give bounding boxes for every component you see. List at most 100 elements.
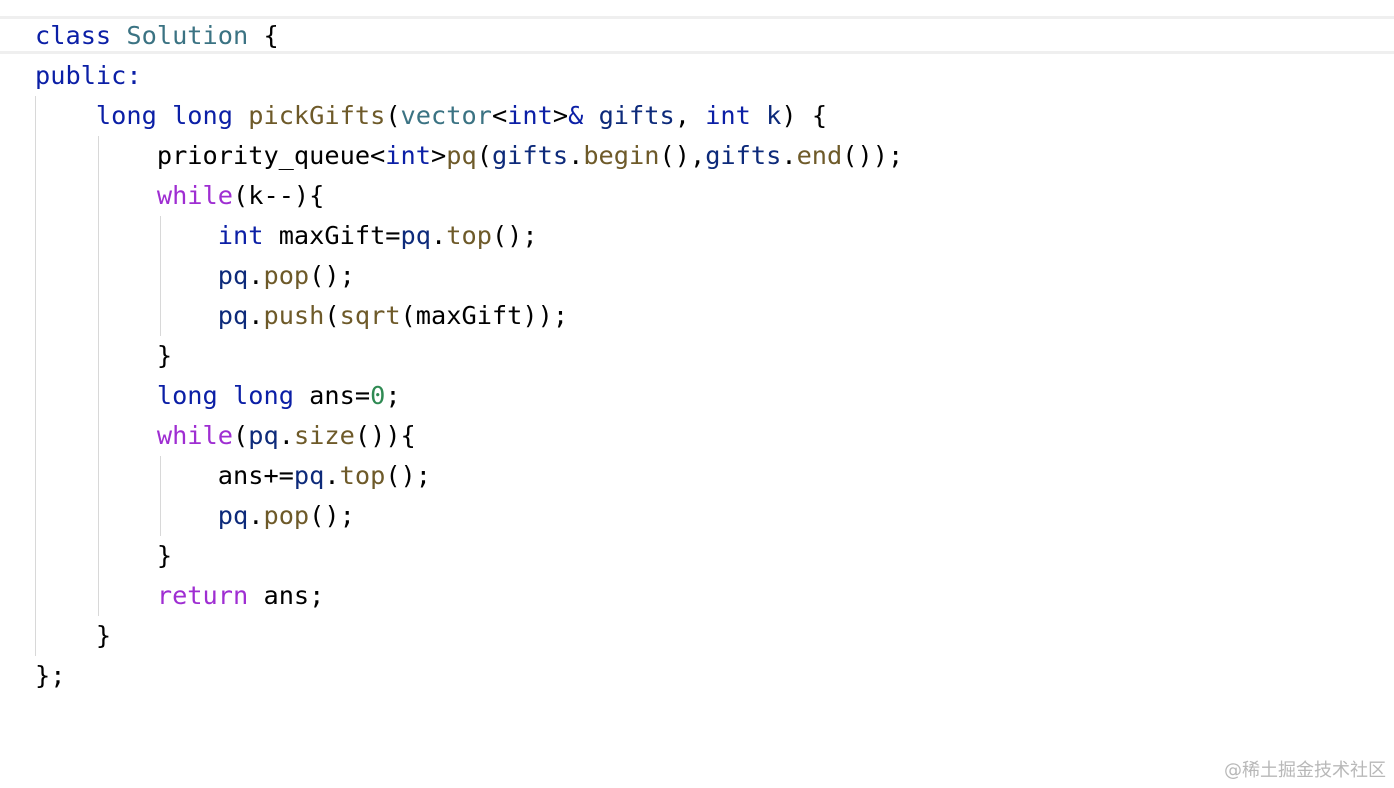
code-token-plain: ans; xyxy=(248,581,325,610)
code-token-control: return xyxy=(156,581,249,610)
code-token-func: sqrt xyxy=(339,301,401,330)
code-token-plain: ( xyxy=(476,141,492,170)
code-token-plain: (); xyxy=(309,501,355,530)
code-token-plain: . xyxy=(278,421,294,450)
code-token-plain: } xyxy=(35,541,173,570)
code-token-plain: ans+= xyxy=(35,461,294,490)
code-line: }; xyxy=(35,656,65,696)
code-token-keyword: int xyxy=(507,101,553,130)
code-token-plain: ) { xyxy=(781,101,828,130)
code-token-plain: priority_queue< xyxy=(35,141,386,170)
code-token-number: 0 xyxy=(370,381,386,410)
code-token-plain: (); xyxy=(385,461,432,490)
code-token-ident: pq xyxy=(248,421,279,450)
code-token-plain: { xyxy=(248,21,279,50)
code-line: while(pq.size()){ xyxy=(35,416,416,456)
code-token-keyword: class xyxy=(35,21,112,50)
code-token-keyword: int xyxy=(217,221,264,250)
code-token-ident: gifts xyxy=(705,141,782,170)
code-token-keyword: : xyxy=(126,61,142,90)
code-token-type: vector xyxy=(400,101,492,130)
code-token-func: top xyxy=(339,461,386,490)
code-token-ident: pq xyxy=(217,301,249,330)
code-token-func: size xyxy=(293,421,355,450)
code-token-plain: . xyxy=(248,301,264,330)
code-line: pq.push(sqrt(maxGift)); xyxy=(35,296,568,336)
code-token-keyword: long xyxy=(156,381,218,410)
code-token-func: pop xyxy=(263,261,310,290)
code-token-plain: } xyxy=(35,621,112,650)
code-token-keyword: int xyxy=(705,101,751,130)
code-token-plain: ans= xyxy=(293,381,371,410)
code-line: long long ans=0; xyxy=(35,376,401,416)
code-token-keyword: long xyxy=(95,101,157,130)
code-line: } xyxy=(35,336,172,376)
code-token-plain: . xyxy=(248,261,264,290)
code-token-func: pickGifts xyxy=(248,101,386,130)
code-token-func: pq xyxy=(446,141,477,170)
code-token-plain: ()){ xyxy=(354,421,416,450)
code-line: } xyxy=(35,536,172,576)
code-token-plain: . xyxy=(324,461,340,490)
code-token-plain: ( xyxy=(385,101,401,130)
code-line: pq.pop(); xyxy=(35,256,355,296)
code-token-plain: . xyxy=(781,141,797,170)
code-token-func: top xyxy=(446,221,492,250)
code-token-control: while xyxy=(156,181,233,210)
code-line: long long pickGifts(vector<int>& gifts, … xyxy=(35,96,827,136)
code-token-type: Solution xyxy=(126,21,249,50)
code-token-plain: ()); xyxy=(842,141,904,170)
code-line: } xyxy=(35,616,111,656)
code-token-plain: > xyxy=(552,101,569,130)
code-token-ident: pq xyxy=(217,501,249,530)
code-token-plain: }; xyxy=(35,661,66,690)
code-token-control: while xyxy=(156,421,233,450)
code-token-plain: ; xyxy=(385,381,401,410)
code-line: int maxGift=pq.top(); xyxy=(35,216,538,256)
code-line: pq.pop(); xyxy=(35,496,355,536)
code-line: public: xyxy=(35,56,142,96)
code-token-ident: gifts xyxy=(491,141,569,170)
code-token-plain: . xyxy=(568,141,584,170)
code-token-plain: (); xyxy=(309,261,355,290)
code-editor[interactable]: class Solution {public: long long pickGi… xyxy=(0,0,1394,788)
code-token-plain: < xyxy=(491,101,508,130)
code-token-ident: pq xyxy=(217,261,249,290)
code-line: class Solution { xyxy=(35,16,279,56)
code-token-plain: (), xyxy=(659,141,706,170)
code-token-func: begin xyxy=(583,141,660,170)
code-token-ident: gifts xyxy=(598,101,675,130)
code-token-keyword: long xyxy=(233,381,294,410)
code-token-plain: (maxGift)); xyxy=(400,301,569,330)
code-token-ident: pq xyxy=(293,461,325,490)
code-token-func: pop xyxy=(263,501,310,530)
code-token-plain: } xyxy=(35,341,173,370)
code-token-ident: pq xyxy=(400,221,432,250)
watermark: @稀土掘金技术社区 xyxy=(1224,760,1386,781)
code-token-plain: ( xyxy=(324,301,340,330)
code-token-plain: > xyxy=(431,141,447,170)
code-token-keyword: public xyxy=(35,61,127,90)
code-line: ans+=pq.top(); xyxy=(35,456,431,496)
code-token-plain: . xyxy=(431,221,447,250)
code-token-func: end xyxy=(796,141,843,170)
code-token-plain: ( xyxy=(233,421,249,450)
code-token-ident: k xyxy=(766,101,782,130)
code-token-plain: maxGift= xyxy=(263,221,401,250)
code-token-plain: (k--){ xyxy=(233,181,325,210)
code-token-plain: , xyxy=(674,101,706,130)
code-line: while(k--){ xyxy=(35,176,325,216)
